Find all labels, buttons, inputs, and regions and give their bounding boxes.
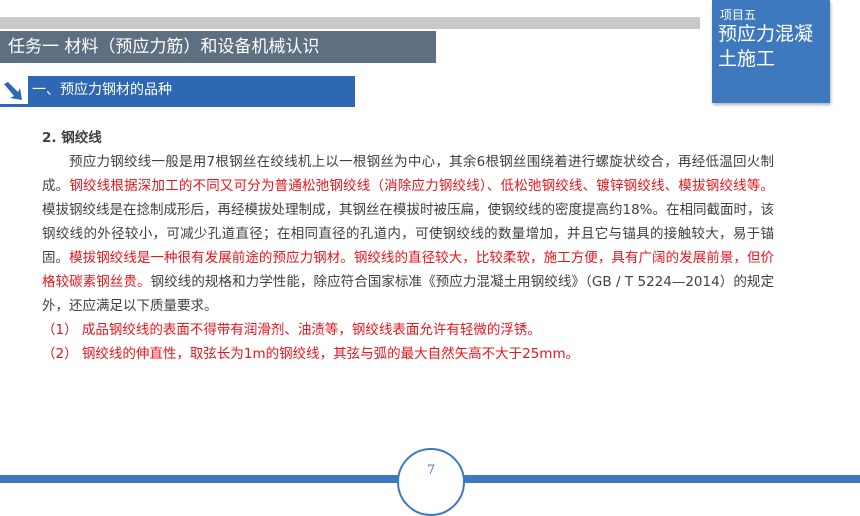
arrow-down-right-icon [4, 82, 22, 100]
task-title-bar: 任务一 材料（预应力筋）和设备机械认识 [0, 31, 436, 63]
project-badge: 项目五 预应力混凝土施工 [712, 0, 830, 103]
content-paragraph: 预应力钢绞线一般是用7根钢丝在绞线机上以一根钢丝为中心，其余6根钢丝围绕着进行螺… [42, 150, 774, 318]
page-number: 7 [426, 463, 436, 478]
section-title-bar: 一、预应力钢材的品种 [28, 76, 355, 105]
para-segment: 钢绞线的规格和力学性能，除应符合国家标准《预应力混凝土用钢绞线》（GB / T … [42, 274, 774, 314]
section-underline [0, 104, 355, 107]
top-decor-bar [0, 17, 700, 29]
project-name: 预应力混凝土施工 [718, 23, 814, 70]
requirement-item: （1） 成品钢绞线的表面不得带有润滑剂、油渍等，钢绞线表面允许有轻微的浮锈。 [42, 322, 541, 338]
content-area: 2. 钢绞线 预应力钢绞线一般是用7根钢丝在绞线机上以一根钢丝为中心，其余6根钢… [42, 126, 774, 366]
section-title: 一、预应力钢材的品种 [32, 82, 172, 98]
requirement-item: （2） 钢绞线的伸直性，取弦长为1m的钢绞线，其弦与弧的最大自然矢高不大于25m… [42, 346, 580, 362]
task-title: 任务一 材料（预应力筋）和设备机械认识 [8, 37, 320, 57]
project-label: 项目五 [720, 8, 757, 22]
page-number-badge: 7 [397, 448, 465, 516]
para-segment-highlight: 钢绞线根据深加工的不同又可分为普通松弛钢绞线（消除应力钢绞线）、低松弛钢绞线、镀… [69, 178, 775, 194]
content-heading: 2. 钢绞线 [42, 130, 102, 146]
